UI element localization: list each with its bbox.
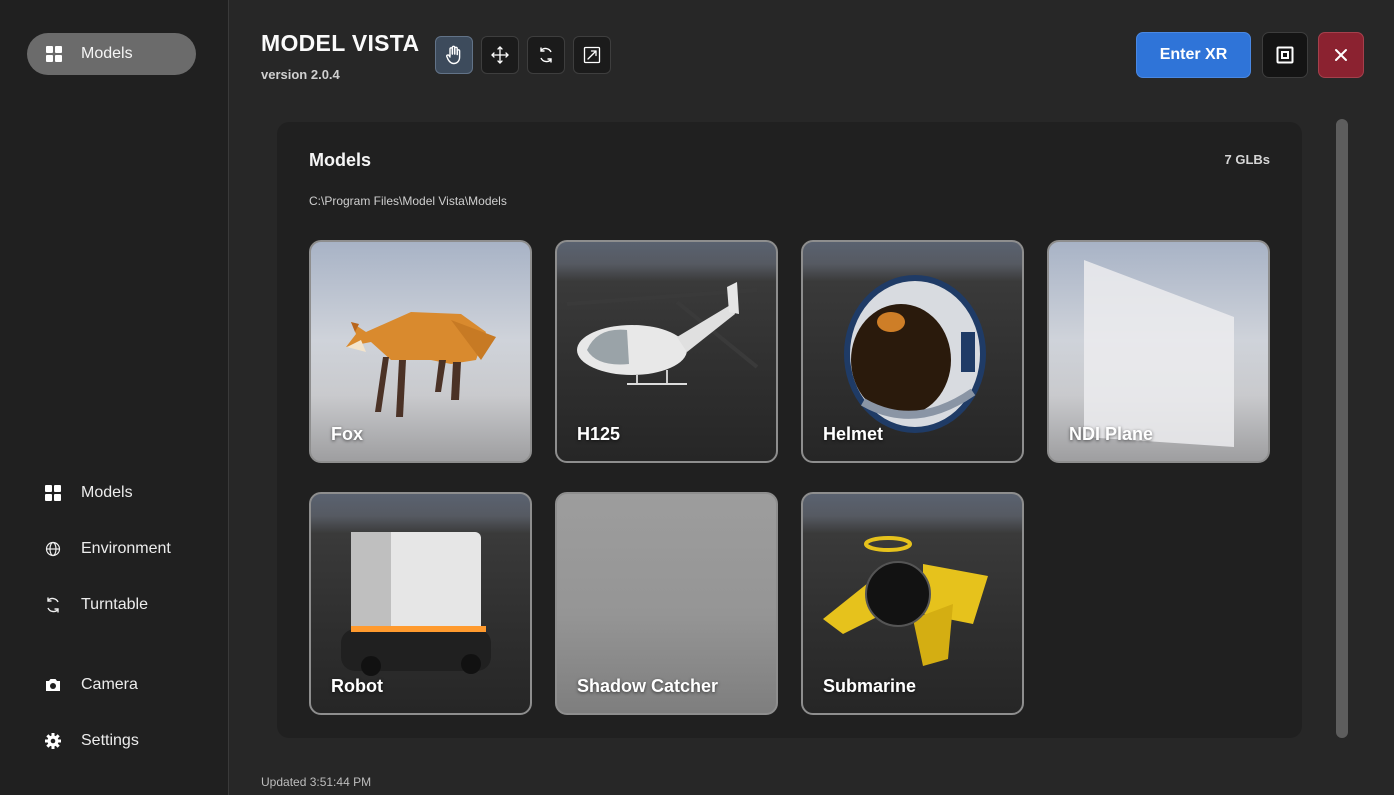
move-tool-button[interactable] (481, 36, 519, 74)
panel-title: Models (309, 150, 372, 170)
rotate-icon (44, 596, 62, 614)
sidebar-item-turntable[interactable]: Turntable (44, 591, 148, 619)
sidebar-item-label: Settings (81, 732, 139, 749)
grid-icon (44, 484, 62, 502)
model-card-fox[interactable]: Fox (309, 240, 532, 463)
rotate-icon (537, 46, 555, 64)
hand-icon (445, 45, 463, 65)
sidebar-item-models[interactable]: Models (44, 479, 133, 507)
scale-icon (583, 46, 601, 64)
sidebar-item-label: Environment (81, 540, 171, 557)
model-name: Shadow Catcher (577, 676, 719, 696)
model-name: Robot (331, 676, 383, 696)
model-name: Submarine (823, 676, 917, 696)
enter-xr-button[interactable]: Enter XR (1136, 32, 1251, 78)
models-path: C:\Program Files\Model Vista\Models (309, 194, 507, 208)
model-card-robot[interactable]: Robot (309, 492, 532, 715)
sidebar-item-label: Models (81, 484, 133, 501)
close-button[interactable] (1318, 32, 1364, 78)
model-card-helmet[interactable]: Helmet (801, 240, 1024, 463)
globe-icon (44, 540, 62, 558)
app-version: version 2.0.4 (261, 67, 340, 82)
model-name: H125 (577, 424, 621, 444)
status-text: Updated 3:51:44 PM (261, 775, 372, 789)
sidebar-item-camera[interactable]: Camera (44, 671, 138, 699)
rotate-tool-button[interactable] (527, 36, 565, 74)
sidebar-item-settings[interactable]: Settings (44, 727, 139, 755)
sidebar-top-label: Models (81, 45, 133, 62)
sidebar: Models Models Environment Turntable Came… (0, 0, 229, 795)
sidebar-item-label: Camera (81, 676, 138, 693)
scrollbar[interactable] (1336, 119, 1348, 738)
hand-tool-button[interactable] (435, 36, 473, 74)
model-card-submarine[interactable]: Submarine (801, 492, 1024, 715)
fullscreen-icon (1276, 46, 1294, 64)
app-title: MODEL VISTA (261, 30, 420, 56)
camera-icon (44, 676, 62, 694)
model-name: Fox (331, 424, 364, 444)
sidebar-item-label: Turntable (81, 596, 148, 613)
model-count: 7 GLBs (1224, 152, 1270, 167)
sidebar-top-models[interactable]: Models (27, 33, 196, 75)
model-card-h125[interactable]: H125 (555, 240, 778, 463)
sidebar-item-environment[interactable]: Environment (44, 535, 171, 563)
model-card-ndi-plane[interactable]: NDI Plane (1047, 240, 1270, 463)
model-name: Helmet (823, 424, 884, 444)
fullscreen-button[interactable] (1262, 32, 1308, 78)
grid-icon (45, 45, 63, 63)
model-name: NDI Plane (1069, 424, 1154, 444)
models-panel: Models 7 GLBs C:\Program Files\Model Vis… (277, 122, 1302, 738)
close-icon (1334, 48, 1348, 62)
gear-icon (44, 732, 62, 750)
model-card-shadow-catcher[interactable]: Shadow Catcher (555, 492, 778, 715)
move-icon (491, 46, 509, 64)
scale-tool-button[interactable] (573, 36, 611, 74)
